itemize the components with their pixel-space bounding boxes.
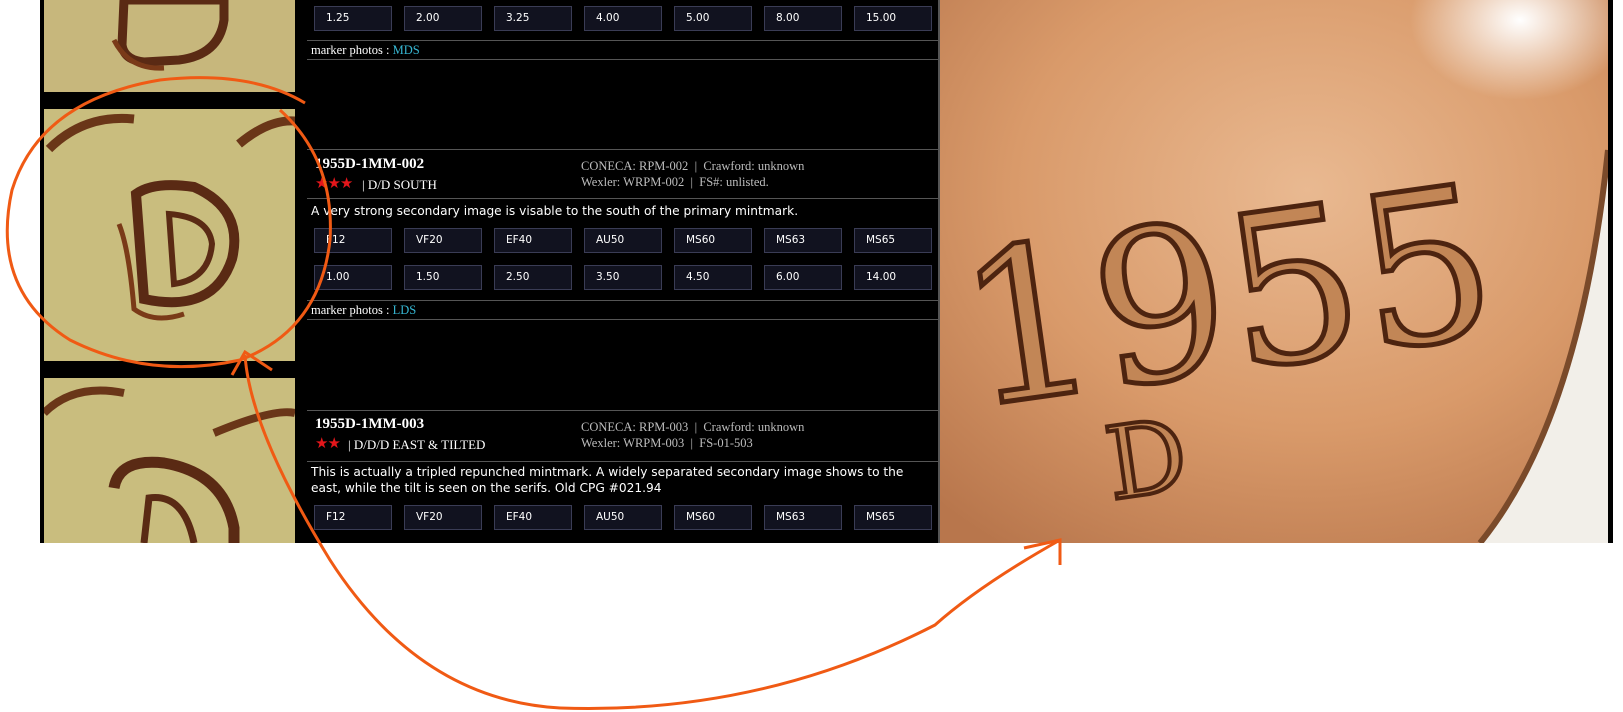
price-cell: 1.00	[314, 265, 392, 290]
wexler-ref: Wexler: WRPM-002	[581, 175, 685, 189]
coneca-ref: CONECA: RPM-002	[581, 159, 689, 173]
price-cell: 3.25	[494, 6, 572, 31]
marker-photos-link[interactable]: LDS	[393, 303, 417, 317]
marker-photos-label: marker photos :	[311, 303, 390, 317]
variety-code[interactable]: 1955D-1MM-002	[315, 156, 424, 173]
price-cell: 5.00	[674, 6, 752, 31]
grade-cell: MS63	[764, 505, 842, 530]
grade-cell: F12	[314, 505, 392, 530]
variety-code[interactable]: 1955D-1MM-003	[315, 416, 424, 433]
grade-cell: F12	[314, 228, 392, 253]
ref-separator: |	[690, 175, 694, 189]
variety-references: CONECA: RPM-003 | Crawford: unknown Wexl…	[581, 419, 804, 451]
price-cell: 8.00	[764, 6, 842, 31]
variety-listing-panel: 1.25 2.00 3.25 4.00 5.00 8.00 15.00 mark…	[307, 0, 938, 543]
grade-row: F12 VF20 EF40 AU50 MS60 MS63 MS65	[307, 228, 938, 256]
grade-cell: MS63	[764, 228, 842, 253]
grade-cell: AU50	[584, 505, 662, 530]
ref-separator: |	[694, 159, 698, 173]
grade-cell: VF20	[404, 228, 482, 253]
coneca-ref: CONECA: RPM-003	[581, 420, 689, 434]
ref-separator: |	[694, 420, 698, 434]
crawford-ref: Crawford: unknown	[703, 159, 805, 173]
variety-description: This is actually a tripled repunched min…	[311, 465, 904, 495]
mintmark-thumbnail-lds[interactable]	[44, 109, 295, 361]
fs-ref: FS-01-503	[699, 436, 753, 450]
grade-cell: MS65	[854, 505, 932, 530]
price-cell: 6.00	[764, 265, 842, 290]
grade-cell: VF20	[404, 505, 482, 530]
marker-photos-link[interactable]: MDS	[393, 43, 420, 57]
crawford-ref: Crawford: unknown	[703, 420, 805, 434]
grade-cell: MS60	[674, 505, 752, 530]
price-cell: 1.25	[314, 6, 392, 31]
marker-photos-label: marker photos :	[311, 43, 390, 57]
price-cell: 14.00	[854, 265, 932, 290]
wexler-ref: Wexler: WRPM-003	[581, 436, 685, 450]
price-row: 1.00 1.50 2.50 3.50 4.50 6.00 14.00	[307, 265, 938, 293]
price-cell: 1.50	[404, 265, 482, 290]
rating-stars: ★★	[315, 436, 341, 452]
mintmark-thumbnail-003[interactable]	[44, 378, 295, 543]
grade-cell: EF40	[494, 505, 572, 530]
variety-type: | D/D/D EAST & TILTED	[348, 437, 486, 452]
grade-cell: MS65	[854, 228, 932, 253]
grade-cell: AU50	[584, 228, 662, 253]
price-cell: 15.00	[854, 6, 932, 31]
grade-cell: EF40	[494, 228, 572, 253]
mintmark-thumbnail-mds[interactable]	[44, 0, 295, 92]
variety-type: | D/D SOUTH	[362, 177, 437, 192]
coin-mintmark-text: D	[1099, 396, 1195, 523]
price-cell: 2.00	[404, 6, 482, 31]
coin-closeup-photo: 1955 D	[940, 0, 1608, 543]
rating-stars: ★★★	[315, 176, 353, 192]
grade-cell: MS60	[674, 228, 752, 253]
fs-ref: FS#: unlisted.	[699, 175, 769, 189]
price-cell: 4.00	[584, 6, 662, 31]
price-row: 1.25 2.00 3.25 4.00 5.00 8.00 15.00	[307, 6, 938, 34]
price-cell: 4.50	[674, 265, 752, 290]
ref-separator: |	[690, 436, 694, 450]
variety-references: CONECA: RPM-002 | Crawford: unknown Wexl…	[581, 158, 804, 190]
grade-row: F12 VF20 EF40 AU50 MS60 MS63 MS65	[307, 505, 938, 533]
price-cell: 3.50	[584, 265, 662, 290]
marker-photos-row: marker photos : MDS	[307, 40, 938, 60]
variety-description: A very strong secondary image is visable…	[311, 204, 799, 218]
annotation-arrowhead-right	[1023, 538, 1062, 565]
marker-photos-row: marker photos : LDS	[307, 300, 938, 320]
price-cell: 2.50	[494, 265, 572, 290]
